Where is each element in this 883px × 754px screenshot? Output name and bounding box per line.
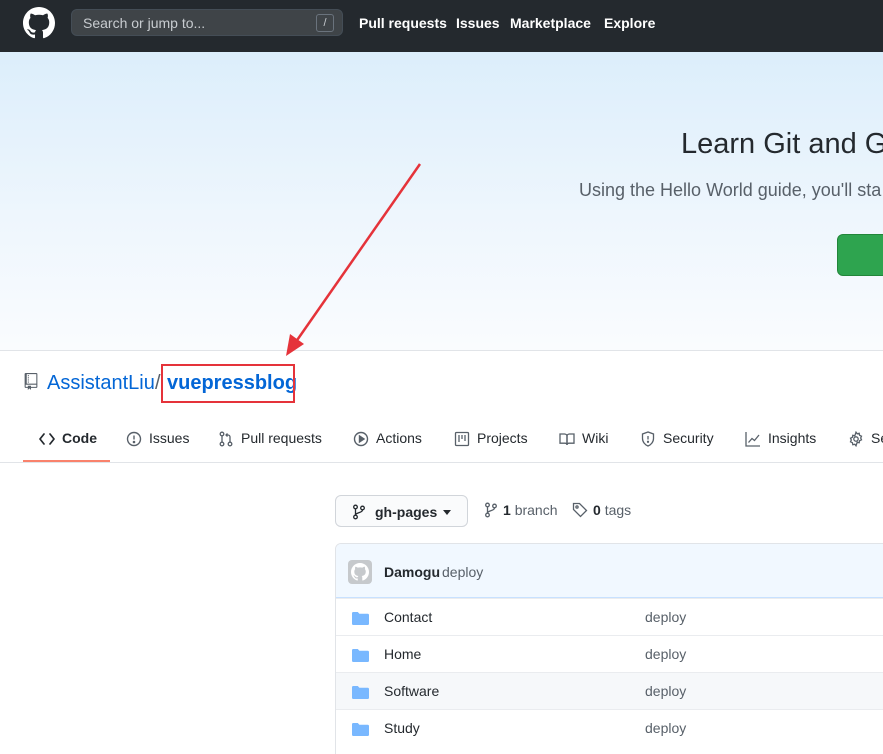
tab-pull-requests[interactable]: Pull requests	[218, 430, 322, 462]
tags-link[interactable]: 0 tags	[572, 502, 631, 518]
nav-explore[interactable]: Explore	[604, 15, 655, 31]
banner-cta-button[interactable]	[837, 234, 883, 276]
tab-code[interactable]: Code	[39, 430, 97, 462]
table-row[interactable]: Software deploy	[336, 672, 883, 709]
gear-icon	[849, 431, 863, 447]
tab-code-label: Code	[62, 430, 97, 446]
branches-link[interactable]: 1 branch	[484, 502, 558, 518]
tag-count: 0	[593, 502, 601, 518]
tab-insights[interactable]: Insights	[745, 430, 816, 462]
file-commit-message[interactable]: deploy	[645, 683, 686, 699]
banner-subtitle: Using the Hello World guide, you'll sta	[579, 180, 882, 200]
file-commit-message[interactable]: deploy	[645, 646, 686, 662]
search-input[interactable]: Search or jump to... /	[71, 9, 343, 36]
annotation-highlight-box	[161, 364, 295, 403]
branch-count: 1	[503, 502, 511, 518]
search-placeholder: Search or jump to...	[83, 15, 206, 31]
github-logo-icon	[351, 563, 369, 581]
banner-title: Learn Git and G	[681, 128, 883, 160]
issue-opened-icon	[126, 431, 142, 447]
tab-insights-label: Insights	[768, 430, 817, 446]
chevron-down-icon	[443, 510, 451, 515]
tag-icon	[572, 502, 588, 518]
tab-settings-label: Se	[871, 430, 883, 446]
file-commit-message[interactable]: deploy	[645, 720, 686, 736]
search-shortcut-hint: /	[316, 14, 334, 32]
nav-marketplace[interactable]: Marketplace	[510, 15, 591, 31]
tab-projects-label: Projects	[477, 430, 528, 446]
book-icon	[559, 433, 575, 446]
repo-owner-link[interactable]: AssistantLiu	[47, 372, 155, 395]
tab-wiki-label: Wiki	[582, 430, 609, 446]
git-pull-request-icon	[219, 431, 233, 447]
graph-icon	[745, 432, 760, 447]
repo-path-separator: /	[155, 372, 161, 394]
tab-issues[interactable]: Issues	[126, 430, 189, 462]
commit-author-link[interactable]: Damogu	[384, 564, 440, 580]
tag-count-label: tags	[604, 502, 632, 518]
learn-git-banner: Learn Git and G Using the Hello World gu…	[0, 52, 883, 351]
code-icon	[39, 433, 55, 445]
global-header: Search or jump to... / Pull requests Iss…	[0, 0, 883, 52]
git-branch-icon	[485, 502, 497, 518]
project-icon	[454, 431, 470, 447]
nav-pull-requests[interactable]: Pull requests	[359, 15, 447, 31]
file-browser: Damogu deploy Contact deploy Home deploy…	[335, 543, 883, 754]
branch-select-button[interactable]: gh-pages	[335, 495, 468, 527]
folder-icon	[352, 612, 369, 625]
folder-icon	[352, 649, 369, 662]
branch-count-label: branch	[514, 502, 558, 518]
repo-icon	[24, 373, 38, 390]
tab-wiki[interactable]: Wiki	[559, 430, 608, 462]
tab-security[interactable]: Security	[640, 430, 714, 462]
table-row[interactable]: Study deploy	[336, 709, 883, 746]
table-row[interactable]: Home deploy	[336, 635, 883, 672]
file-name-link[interactable]: Software	[384, 683, 439, 699]
tab-projects[interactable]: Projects	[454, 430, 528, 462]
tab-security-label: Security	[663, 430, 714, 446]
file-name-link[interactable]: Study	[384, 720, 420, 736]
tab-issues-label: Issues	[149, 430, 190, 446]
folder-icon	[352, 723, 369, 736]
play-icon	[353, 431, 369, 447]
shield-icon	[641, 431, 655, 447]
current-branch-label: gh-pages	[375, 504, 438, 520]
tab-pull-requests-label: Pull requests	[241, 430, 322, 446]
table-row[interactable]: Contact deploy	[336, 598, 883, 635]
commit-message-link[interactable]: deploy	[442, 564, 483, 580]
tab-settings[interactable]: Se	[848, 430, 883, 462]
folder-icon	[352, 686, 369, 699]
git-branch-icon	[353, 504, 365, 520]
latest-commit-bar: Damogu deploy	[336, 544, 883, 598]
avatar[interactable]	[348, 560, 372, 584]
tab-actions-label: Actions	[376, 430, 422, 446]
file-commit-message[interactable]: deploy	[645, 609, 686, 625]
file-name-link[interactable]: Home	[384, 646, 421, 662]
tab-actions[interactable]: Actions	[353, 430, 422, 462]
nav-issues[interactable]: Issues	[456, 15, 500, 31]
github-logo-icon[interactable]	[23, 7, 55, 39]
tabs-divider	[0, 462, 883, 463]
file-name-link[interactable]: Contact	[384, 609, 432, 625]
